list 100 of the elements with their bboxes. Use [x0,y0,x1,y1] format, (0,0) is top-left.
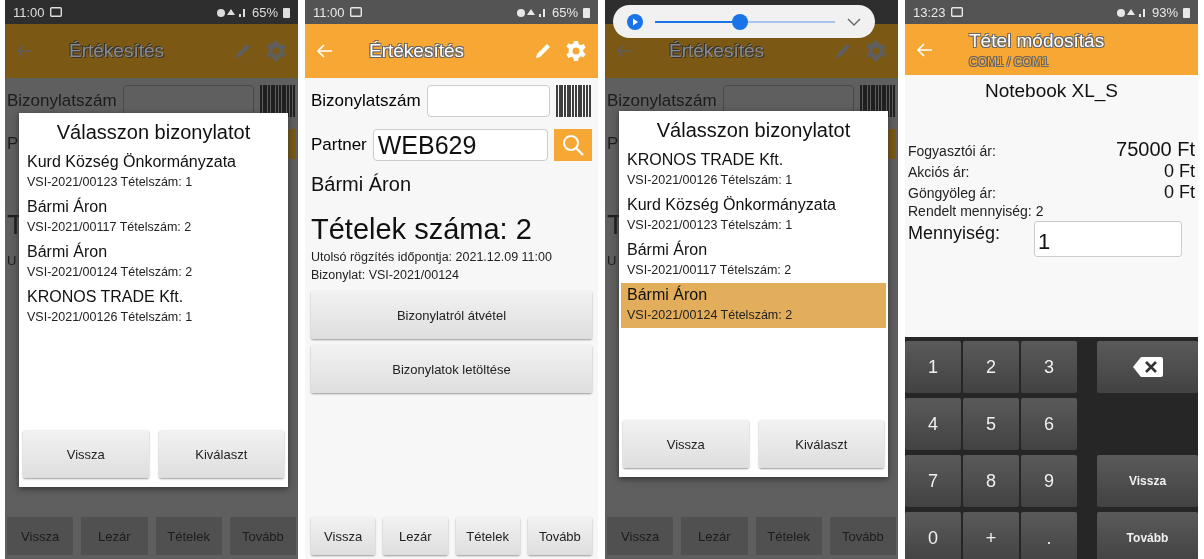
document-list-item[interactable]: Bármi Áron VSI-2021/00117 Tételszám: 2 [21,195,286,240]
keypad-key[interactable]: 5 [963,398,1019,450]
partner-name: Bármi Áron [627,286,709,304]
back-arrow-icon[interactable] [617,44,633,58]
barcode-icon[interactable] [556,85,592,117]
document-list-item[interactable]: KRONOS TRADE Kft. VSI-2021/00126 Tételszám: 1 [621,148,886,193]
battery-icon [1183,6,1190,18]
document-detail: VSI-2021/00117 Tételszám: 2 [27,220,193,234]
partner-name: Bármi Áron [627,241,709,259]
ordered-quantity-text: Rendelt mennyiség: 2 [907,203,1045,219]
last-saved-text: Utolsó rögzítés időpontja: 2021.12.09 11:00 [311,250,552,264]
dialog-button[interactable]: Kiválaszt [758,420,884,468]
keypad-key[interactable]: 2 [963,341,1019,393]
status-time: 11:00 [13,4,45,20]
field-label: P [607,134,619,154]
bottom-button[interactable]: Vissza [311,517,376,555]
bottom-button[interactable]: Lezár [383,517,448,555]
action-button[interactable]: Bizonylatok letöltése [311,345,592,393]
battery-level: 65% [251,4,278,20]
barcode-icon[interactable] [860,85,896,117]
screen-title: Tétel módosítás [969,30,1106,52]
field-label: Bizonylatszám [607,91,717,111]
screen-title: Értékesítés [669,40,766,62]
settings-icon[interactable] [866,41,886,61]
backspace-key[interactable] [1097,341,1198,393]
action-button[interactable]: Bizonylatról átvétel [311,291,592,339]
document-list-item[interactable]: KRONOS TRADE Kft. VSI-2021/00126 Tételszám: 1 [21,285,286,330]
keypad-key[interactable]: 4 [905,398,961,450]
dialog-button[interactable]: Kiválaszt [158,430,284,478]
partner-name: Kurd Község Önkormányzata [27,153,237,171]
image-icon [49,7,62,17]
dialog-button[interactable]: Vissza [23,430,149,478]
battery-icon [583,6,590,18]
keypad-action-key[interactable]: Tovább [1097,512,1198,559]
pencil-icon[interactable] [234,42,252,60]
dialog-title: Válasszon bizonylatot [655,119,852,142]
quantity-label: Mennyiség: [908,223,1001,244]
settings-icon[interactable] [566,41,586,61]
info-text: U [7,253,17,268]
document-detail: VSI-2021/00117 Tételszám: 2 [627,263,793,277]
keypad-key[interactable]: 1 [905,341,961,393]
partner-field[interactable]: WEB629 [372,129,548,161]
document-detail: VSI-2021/00123 Tételszám: 1 [627,218,794,232]
settings-icon[interactable] [266,41,286,61]
barcode-icon[interactable] [260,85,296,117]
document-detail: VSI-2021/00124 Tételszám: 2 [627,308,794,322]
keypad-action-key[interactable]: Vissza [1097,455,1198,507]
status-time: 11:00 [313,4,345,20]
price-value: 75000 Ft [1116,138,1195,161]
chevron-down-icon[interactable] [847,17,861,26]
search-icon [562,134,584,156]
keypad-key[interactable]: 9 [1021,455,1077,507]
pencil-icon[interactable] [534,42,552,60]
signal-icon [516,6,547,18]
play-icon[interactable] [627,13,643,30]
image-icon [950,7,963,17]
keypad-key[interactable]: . [1021,512,1077,559]
document-list-item[interactable]: Kurd Község Önkormányzata VSI-2021/00123 Tételszám: 1 [621,193,886,238]
document-list-item[interactable]: Bármi Áron VSI-2021/00124 Tételszám: 2 [621,283,886,328]
keypad-key[interactable]: 7 [905,455,961,507]
document-list-item[interactable]: Bármi Áron VSI-2021/00117 Tételszám: 2 [621,238,886,283]
price-value: 0 Ft [1164,161,1195,182]
bottom-button[interactable]: Tételek [455,517,520,555]
info-text: U [607,253,617,268]
volume-thumb[interactable] [731,13,748,30]
price-value: 0 Ft [1164,182,1195,203]
partner-name: Bármi Áron [27,243,109,261]
document-detail: VSI-2021/00126 Tételszám: 1 [27,310,194,324]
field-label: P [7,134,19,154]
image-icon [349,7,362,17]
keypad-key[interactable]: 6 [1021,398,1077,450]
document-list-item[interactable]: Kurd Község Önkormányzata VSI-2021/00123 Tételszám: 1 [21,150,286,195]
keypad-key[interactable]: 8 [963,455,1019,507]
field-label: Bizonylatszám [7,91,117,111]
document-list-item[interactable]: Bármi Áron VSI-2021/00124 Tételszám: 2 [21,240,286,285]
screen-subtitle: COM1 / COM1 [969,55,1050,69]
keypad-key[interactable]: + [963,512,1019,559]
battery-level: 65% [551,4,578,20]
price-label: Göngyöleg ár: [908,185,996,201]
screen-title: Értékesítés [369,40,466,62]
dialog-button[interactable]: Vissza [623,420,749,468]
search-button[interactable] [554,129,592,161]
partner-name: Bármi Áron [311,173,412,196]
keypad-key[interactable]: 0 [905,512,961,559]
price-label: Fogyasztói ár: [908,143,996,159]
partner-name: Kurd Község Önkormányzata [627,196,837,214]
bottom-button[interactable]: Tovább [527,517,592,555]
battery-level: 93% [1151,4,1178,20]
back-arrow-icon[interactable] [17,44,33,58]
partner-name: Bármi Áron [27,198,109,216]
item-count-text: Tételek száma: 2 [311,213,532,246]
status-time: 13:23 [913,4,946,20]
screen-title: Értékesítés [69,40,166,62]
document-detail: VSI-2021/00126 Tételszám: 1 [627,173,794,187]
battery-icon [283,6,290,18]
quantity-field[interactable]: 1 [1034,221,1183,257]
dialog-title: Válasszon bizonylatot [55,121,252,144]
backspace-icon [1132,357,1163,377]
keypad-key[interactable]: 3 [1021,341,1077,393]
pencil-icon[interactable] [834,42,852,60]
